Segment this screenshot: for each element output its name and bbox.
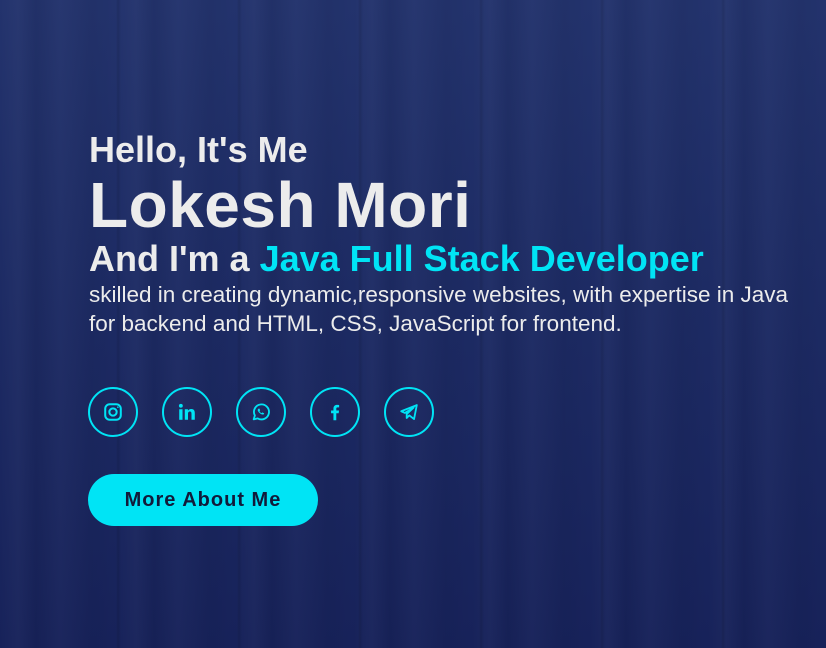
role-prefix: And I'm a (89, 238, 260, 279)
telegram-link[interactable] (384, 387, 434, 437)
hero-description: skilled in creating dynamic,responsive w… (89, 282, 789, 336)
role-highlight: Java Full Stack Developer (259, 238, 704, 279)
greeting-text: Hello, It's Me (89, 129, 308, 170)
hero-section: Hello, It's Me Lokesh Mori And I'm a Jav… (89, 128, 819, 338)
role-line: And I'm a Java Full Stack Developer (89, 238, 819, 280)
instagram-icon (104, 403, 122, 421)
facebook-icon (331, 404, 340, 421)
instagram-link[interactable] (88, 387, 138, 437)
linkedin-link[interactable] (162, 387, 212, 437)
whatsapp-link[interactable] (236, 387, 286, 437)
more-about-me-button[interactable]: More About Me (88, 474, 318, 526)
telegram-icon (400, 404, 418, 420)
whatsapp-icon (252, 403, 270, 421)
social-links (88, 387, 434, 437)
facebook-link[interactable] (310, 387, 360, 437)
linkedin-icon (178, 403, 195, 420)
hero-name: Lokesh Mori (89, 169, 472, 241)
